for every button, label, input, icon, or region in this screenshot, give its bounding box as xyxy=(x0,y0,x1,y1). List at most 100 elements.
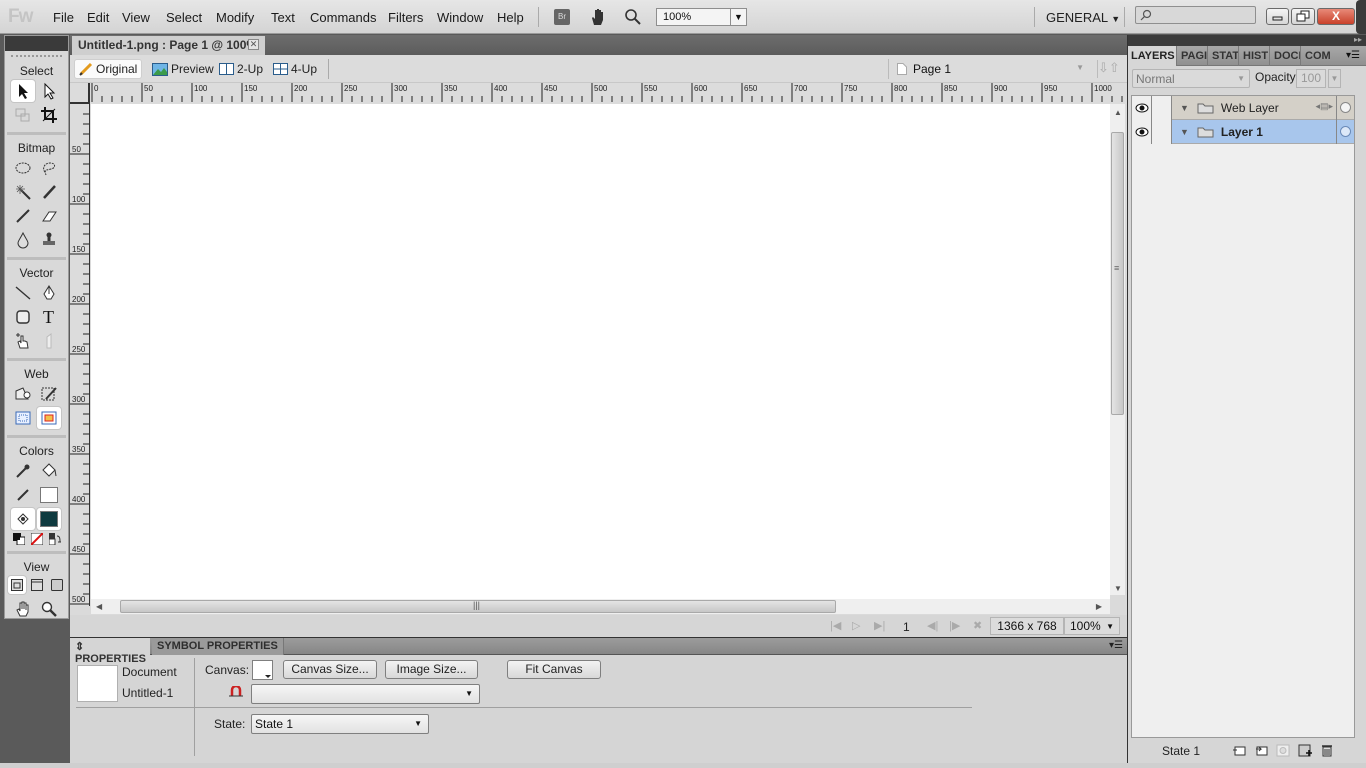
tab-properties[interactable]: ⇕ PROPERTIES xyxy=(70,638,150,665)
scroll-down-icon[interactable]: ▼ xyxy=(1114,584,1122,593)
tab-layers[interactable]: LAYERS xyxy=(1128,46,1177,66)
lock-toggle[interactable] xyxy=(1152,119,1172,144)
bridge-button[interactable]: Br xyxy=(554,9,570,25)
eraser-tool[interactable] xyxy=(37,205,61,227)
slice-tool[interactable] xyxy=(37,383,61,405)
document-tab[interactable]: Untitled-1.png : Page 1 @ 100% ✕ xyxy=(72,36,265,55)
close-button[interactable]: X xyxy=(1317,8,1355,25)
new-bitmap-image-icon[interactable] xyxy=(1298,744,1312,757)
hand-tool-icon[interactable] xyxy=(589,7,607,27)
visibility-toggle[interactable] xyxy=(1132,95,1152,120)
menu-help[interactable]: Help xyxy=(497,10,524,25)
previous-state-icon[interactable]: ◀| xyxy=(927,619,938,632)
full-screen-menus-mode[interactable] xyxy=(28,576,46,594)
no-color-icon[interactable] xyxy=(30,533,43,545)
opacity-input[interactable]: 100 xyxy=(1296,69,1326,88)
tab-document-library[interactable]: DOCI xyxy=(1271,46,1301,66)
menu-window[interactable]: Window xyxy=(437,10,483,25)
line-tool[interactable] xyxy=(11,282,35,304)
preset-select[interactable]: ▼ xyxy=(251,684,480,704)
menu-file[interactable]: File xyxy=(53,10,74,25)
scroll-up-icon[interactable]: ▲ xyxy=(1114,108,1122,117)
default-colors-icon[interactable] xyxy=(12,533,25,545)
scale-tool[interactable] xyxy=(11,104,35,126)
zoom-tool[interactable] xyxy=(37,598,61,620)
visibility-toggle[interactable] xyxy=(1132,119,1152,144)
menu-select[interactable]: Select xyxy=(166,10,202,25)
menu-commands[interactable]: Commands xyxy=(310,10,376,25)
zoom-level-select[interactable]: 100% ▼ xyxy=(656,8,747,26)
brush-tool[interactable] xyxy=(37,181,61,203)
zoom-tool-icon[interactable] xyxy=(624,8,642,26)
play-icon[interactable]: ▷ xyxy=(852,619,860,632)
view-2up[interactable]: 2-Up xyxy=(215,59,267,79)
next-state-icon[interactable]: |▶ xyxy=(949,619,960,632)
tab-pages[interactable]: PAGI xyxy=(1178,46,1208,66)
swap-colors-icon[interactable] xyxy=(48,533,61,545)
layer-row[interactable]: ▼ Layer 1 xyxy=(1132,119,1354,144)
tab-common-library[interactable]: COM xyxy=(1302,46,1332,66)
magic-wand-tool[interactable] xyxy=(11,181,35,203)
menu-edit[interactable]: Edit xyxy=(87,10,109,25)
layer-select-circle[interactable] xyxy=(1340,126,1351,137)
crop-tool[interactable] xyxy=(37,104,61,126)
view-preview[interactable]: Preview xyxy=(148,59,218,79)
panel-menu-icon[interactable]: ▾☰ xyxy=(1109,640,1123,651)
paint-bucket-tool[interactable] xyxy=(37,460,61,482)
image-size-button[interactable]: Image Size... xyxy=(385,660,478,679)
hotspot-tool[interactable] xyxy=(11,383,35,405)
menu-modify[interactable]: Modify xyxy=(216,10,254,25)
tab-states[interactable]: STAT xyxy=(1209,46,1239,66)
layer-row[interactable]: ▼ Web Layer ◂▤▸ xyxy=(1132,95,1354,120)
horizontal-scroll-thumb[interactable]: ||| xyxy=(120,600,836,613)
menu-text[interactable]: Text xyxy=(271,10,295,25)
page-selector[interactable]: Page 1 ▼ xyxy=(888,59,1088,79)
new-layer-icon[interactable] xyxy=(1254,744,1268,757)
menu-view[interactable]: View xyxy=(122,10,150,25)
view-original[interactable]: Original xyxy=(74,59,143,79)
menu-filters[interactable]: Filters xyxy=(388,10,423,25)
expand-triangle-icon[interactable]: ▼ xyxy=(1180,127,1189,137)
document-zoom-select[interactable]: 100% ▼ xyxy=(1064,617,1120,635)
blur-tool[interactable] xyxy=(11,229,35,251)
fill-color-swatch[interactable] xyxy=(36,508,61,530)
trash-icon[interactable] xyxy=(1320,744,1334,757)
horizontal-scrollbar[interactable]: ◀ ||| ▶ xyxy=(91,599,1110,614)
panel-grip[interactable] xyxy=(11,55,62,58)
scroll-right-icon[interactable]: ▶ xyxy=(1096,602,1102,611)
minimize-button[interactable] xyxy=(1266,8,1289,25)
expand-triangle-icon[interactable]: ▼ xyxy=(1180,103,1189,113)
layer-select-circle[interactable] xyxy=(1340,102,1351,113)
last-state-icon[interactable]: ▶| xyxy=(874,619,885,632)
marquee-tool[interactable] xyxy=(11,157,35,179)
vertical-scrollbar[interactable]: ▲ ≡ ▼ xyxy=(1110,104,1125,595)
ruler-origin[interactable] xyxy=(70,83,90,104)
canvas-color-swatch[interactable] xyxy=(252,660,273,680)
show-slices-tool[interactable] xyxy=(36,407,61,429)
scroll-left-icon[interactable]: ◀ xyxy=(96,602,102,611)
tab-history[interactable]: HIST xyxy=(1240,46,1270,66)
fill-color-tool[interactable] xyxy=(10,508,35,530)
opacity-dropdown[interactable]: ▼ xyxy=(1328,69,1341,88)
lasso-tool[interactable] xyxy=(37,157,61,179)
eyedropper-tool[interactable] xyxy=(11,460,35,482)
page-order-button[interactable]: ⇩⇧ xyxy=(1097,60,1120,78)
knife-tool[interactable] xyxy=(37,330,61,352)
pencil-tool[interactable] xyxy=(11,205,35,227)
blend-mode-select[interactable]: Normal ▼ xyxy=(1132,69,1250,88)
hand-tool[interactable] xyxy=(11,598,35,620)
panel-menu-icon[interactable]: ▾☰ xyxy=(1346,50,1360,61)
first-state-icon[interactable]: |◀ xyxy=(830,619,841,632)
exit-state-icon[interactable]: ✖ xyxy=(973,619,982,632)
search-input[interactable] xyxy=(1135,6,1256,24)
state-select[interactable]: State 1 ▼ xyxy=(251,714,429,734)
close-tab-icon[interactable]: ✕ xyxy=(248,39,259,50)
text-tool[interactable]: T xyxy=(37,306,61,328)
rubber-stamp-tool[interactable] xyxy=(37,229,61,251)
horizontal-ruler[interactable]: 0 50 100 150 200 250 300 350 400 450 500 550 600 650 7… xyxy=(90,83,1127,104)
hide-slices-tool[interactable] xyxy=(11,407,35,429)
vertical-scroll-thumb[interactable]: ≡ xyxy=(1111,132,1124,415)
lock-toggle[interactable] xyxy=(1152,95,1172,120)
pointer-tool[interactable] xyxy=(10,80,35,102)
restore-button[interactable] xyxy=(1291,8,1315,25)
